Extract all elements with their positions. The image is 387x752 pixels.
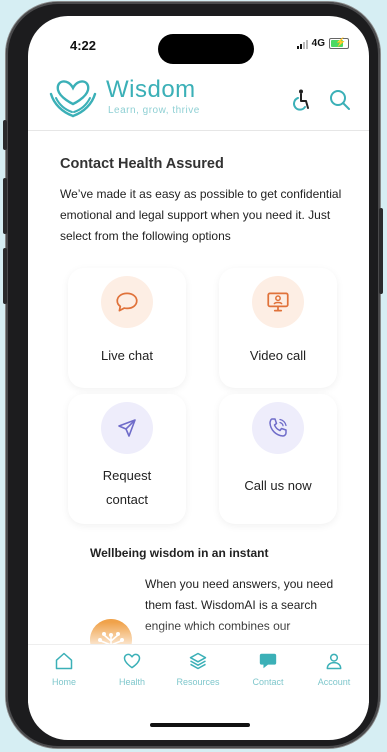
nav-contact-label: Contact (252, 677, 284, 687)
nav-resources[interactable]: Resources (168, 651, 228, 687)
power-button (379, 208, 383, 294)
nav-account[interactable]: Account (304, 651, 364, 687)
home-indicator (150, 723, 250, 727)
status-time: 4:22 (70, 38, 97, 53)
section-description: We’ve made it as easy as possible to get… (60, 187, 342, 243)
live-chat-card[interactable]: Live chat (68, 268, 186, 388)
call-us-card[interactable]: Call us now (219, 394, 337, 524)
nav-health-label: Health (118, 677, 145, 687)
monitor-user-icon (267, 292, 289, 312)
video-call-label: Video call (249, 348, 307, 363)
wisdom-logo-icon (49, 80, 97, 118)
user-icon (326, 653, 342, 670)
brand-tagline: Learn, grow, thrive (108, 105, 200, 116)
contact-icon (259, 653, 277, 669)
nav-home[interactable]: Home (34, 651, 94, 687)
video-call-card[interactable]: Video call (219, 268, 337, 388)
wellbeing-title: Wellbeing wisdom in an instant (90, 546, 269, 560)
heart-icon (123, 653, 141, 669)
network-label: 4G (311, 38, 325, 49)
section-title: Contact Health Assured (60, 156, 224, 172)
accessibility-icon[interactable] (290, 88, 314, 112)
live-chat-icon-circle (101, 276, 153, 328)
live-chat-label: Live chat (100, 348, 154, 363)
nav-resources-label: Resources (176, 677, 220, 687)
send-icon (118, 419, 136, 437)
home-icon (55, 652, 73, 670)
nav-account-label: Account (317, 677, 351, 687)
chat-bubble-icon (116, 292, 138, 312)
nav-contact[interactable]: Contact (238, 651, 298, 687)
video-call-icon-circle (252, 276, 304, 328)
search-icon[interactable] (328, 88, 352, 112)
screen: 4:22 4G ⚡ Wisdom Learn, grow, thrive Con… (28, 16, 369, 740)
phone-icon (269, 418, 287, 437)
brand-title: Wisdom (106, 76, 196, 103)
nav-home-label: Home (51, 677, 76, 687)
layers-icon (189, 652, 207, 670)
request-contact-label-line2: contact (106, 492, 148, 507)
nav-health[interactable]: Health (102, 651, 162, 687)
call-us-label: Call us now (244, 478, 312, 493)
call-us-icon-circle (252, 402, 304, 454)
battery-icon: ⚡ (329, 37, 349, 49)
request-contact-label-line1: Request (102, 468, 152, 483)
mute-switch (3, 120, 7, 150)
signal-icon (296, 39, 308, 49)
bottom-nav: Home Health Resources Contact Account (28, 644, 369, 703)
phone-frame: 4:22 4G ⚡ Wisdom Learn, grow, thrive Con… (3, 2, 383, 748)
request-contact-icon-circle (101, 402, 153, 454)
app-header: Wisdom Learn, grow, thrive (28, 70, 369, 131)
status-indicators: 4G ⚡ (296, 37, 349, 49)
request-contact-card[interactable]: Request contact (68, 394, 186, 524)
volume-down-button (3, 248, 7, 304)
volume-up-button (3, 178, 7, 234)
dynamic-island (158, 34, 254, 64)
